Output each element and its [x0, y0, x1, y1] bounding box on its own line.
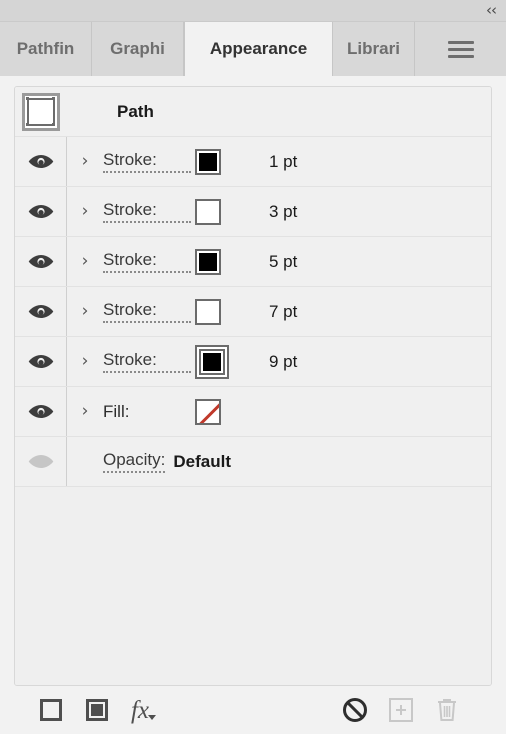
stroke-color-swatch[interactable]: [195, 248, 221, 275]
attribute-label-opacity[interactable]: Opacity:: [103, 450, 166, 473]
tab-pathfinder-label: Pathfin: [16, 39, 75, 58]
attribute-label-fill[interactable]: Fill:: [103, 402, 191, 422]
chevron-right-icon: ›: [81, 251, 89, 271]
appearance-row-fill[interactable]: › Fill:: [15, 387, 491, 437]
visibility-toggle[interactable]: [15, 387, 67, 436]
appearance-row-opacity[interactable]: Opacity: Default: [15, 437, 491, 487]
stroke-weight-value[interactable]: 3 pt: [269, 202, 297, 222]
stroke-weight-value[interactable]: 9 pt: [269, 352, 297, 372]
disclosure-triangle[interactable]: ›: [67, 203, 103, 220]
clear-appearance-icon: [343, 698, 367, 722]
appearance-row-stroke-4[interactable]: › Stroke: 7 pt: [15, 287, 491, 337]
tab-libraries[interactable]: Librari: [333, 22, 415, 76]
tab-pathfinder[interactable]: Pathfin: [0, 22, 92, 76]
add-new-stroke-icon: [40, 699, 62, 721]
attribute-label-stroke[interactable]: Stroke:: [103, 300, 191, 323]
stroke-color-swatch-cell[interactable]: [195, 148, 247, 175]
appearance-object-header[interactable]: Path: [15, 87, 491, 137]
attribute-label-stroke[interactable]: Stroke:: [103, 150, 191, 173]
tab-appearance[interactable]: Appearance: [184, 22, 333, 76]
appearance-row-stroke-5[interactable]: › Stroke: 9 pt: [15, 337, 491, 387]
eye-visible-icon: [28, 304, 54, 319]
fx-icon: fx: [131, 698, 157, 723]
eye-visible-icon: [28, 404, 54, 419]
appearance-object-name: Path: [117, 101, 154, 121]
visibility-toggle[interactable]: [15, 187, 67, 236]
attribute-label-stroke[interactable]: Stroke:: [103, 200, 191, 223]
stroke-weight-value[interactable]: 1 pt: [269, 152, 297, 172]
panel-tab-strip: Pathfin Graphi Appearance Librari: [0, 22, 506, 76]
duplicate-item-button[interactable]: [378, 693, 424, 727]
disclosure-triangle[interactable]: ›: [67, 253, 103, 270]
visibility-toggle[interactable]: [15, 137, 67, 186]
path-thumbnail-cell: [15, 92, 67, 131]
disclosure-triangle[interactable]: ›: [67, 303, 103, 320]
stroke-color-swatch-cell[interactable]: [195, 348, 247, 375]
chevron-right-icon: ›: [81, 351, 89, 371]
attribute-label-stroke[interactable]: Stroke:: [103, 250, 191, 273]
chevron-right-icon: ›: [81, 401, 89, 421]
appearance-panel-toolbar: fx: [14, 686, 492, 734]
add-new-fill-button[interactable]: [74, 693, 120, 727]
appearance-row-stroke-3[interactable]: › Stroke: 5 pt: [15, 237, 491, 287]
eye-hidden-icon: [28, 454, 54, 469]
tab-appearance-label: Appearance: [209, 39, 308, 58]
tab-libraries-label: Librari: [347, 39, 400, 58]
fill-color-swatch-none[interactable]: [195, 398, 221, 425]
double-chevron-left-icon[interactable]: ‹‹: [486, 1, 497, 19]
delete-selected-item-icon: [435, 697, 459, 723]
eye-visible-icon: [28, 354, 54, 369]
eye-visible-icon: [28, 154, 54, 169]
visibility-toggle[interactable]: [15, 287, 67, 336]
tab-graphic-styles-label: Graphi: [110, 39, 165, 58]
panel-collapse-bar: ‹‹: [0, 0, 506, 22]
panel-menu-hamburger-icon: [447, 40, 474, 58]
opacity-value[interactable]: Default: [173, 452, 231, 472]
eye-visible-icon: [28, 254, 54, 269]
toolbar-left-group: fx: [28, 693, 166, 727]
stroke-color-swatch[interactable]: [195, 298, 221, 325]
visibility-toggle-disabled: [15, 437, 67, 486]
appearance-row-stroke-2[interactable]: › Stroke: 3 pt: [15, 187, 491, 237]
stroke-color-swatch-cell[interactable]: [195, 248, 247, 275]
appearance-list-empty-area: [15, 487, 491, 685]
fill-color-swatch-cell[interactable]: [195, 398, 247, 425]
stroke-color-swatch-cell[interactable]: [195, 298, 247, 325]
eye-visible-icon: [28, 204, 54, 219]
stroke-weight-value[interactable]: 5 pt: [269, 252, 297, 272]
duplicate-selected-item-icon: [389, 698, 413, 722]
path-thumbnail-icon: [22, 92, 60, 131]
visibility-toggle[interactable]: [15, 237, 67, 286]
disclosure-triangle[interactable]: ›: [67, 403, 103, 420]
chevron-right-icon: ›: [81, 201, 89, 221]
appearance-row-stroke-1[interactable]: › Stroke: 1 pt: [15, 137, 491, 187]
stroke-color-swatch[interactable]: [195, 198, 221, 225]
chevron-right-icon: ›: [81, 151, 89, 171]
tab-graphic-styles[interactable]: Graphi: [92, 22, 184, 76]
stroke-weight-value[interactable]: 7 pt: [269, 302, 297, 322]
toolbar-right-group: [332, 693, 492, 727]
chevron-right-icon: ›: [81, 301, 89, 321]
panel-menu-button[interactable]: [415, 22, 506, 76]
delete-item-button[interactable]: [424, 693, 470, 727]
disclosure-triangle[interactable]: ›: [67, 153, 103, 170]
stroke-color-swatch-cell[interactable]: [195, 198, 247, 225]
appearance-panel: ‹‹ Pathfin Graphi Appearance Librari Pat…: [0, 0, 506, 734]
appearance-attribute-list: Path › Stroke: 1 pt › Stroke: 3 pt › Str…: [14, 86, 492, 686]
visibility-toggle[interactable]: [15, 337, 67, 386]
stroke-color-swatch[interactable]: [195, 148, 221, 175]
clear-appearance-button[interactable]: [332, 693, 378, 727]
add-effect-button[interactable]: fx: [120, 693, 166, 727]
attribute-label-stroke[interactable]: Stroke:: [103, 350, 191, 373]
disclosure-triangle[interactable]: ›: [67, 353, 103, 370]
add-new-stroke-button[interactable]: [28, 693, 74, 727]
appearance-panel-body: Path › Stroke: 1 pt › Stroke: 3 pt › Str…: [0, 76, 506, 734]
stroke-color-swatch-selected[interactable]: [199, 348, 225, 375]
add-new-fill-icon: [86, 699, 108, 721]
